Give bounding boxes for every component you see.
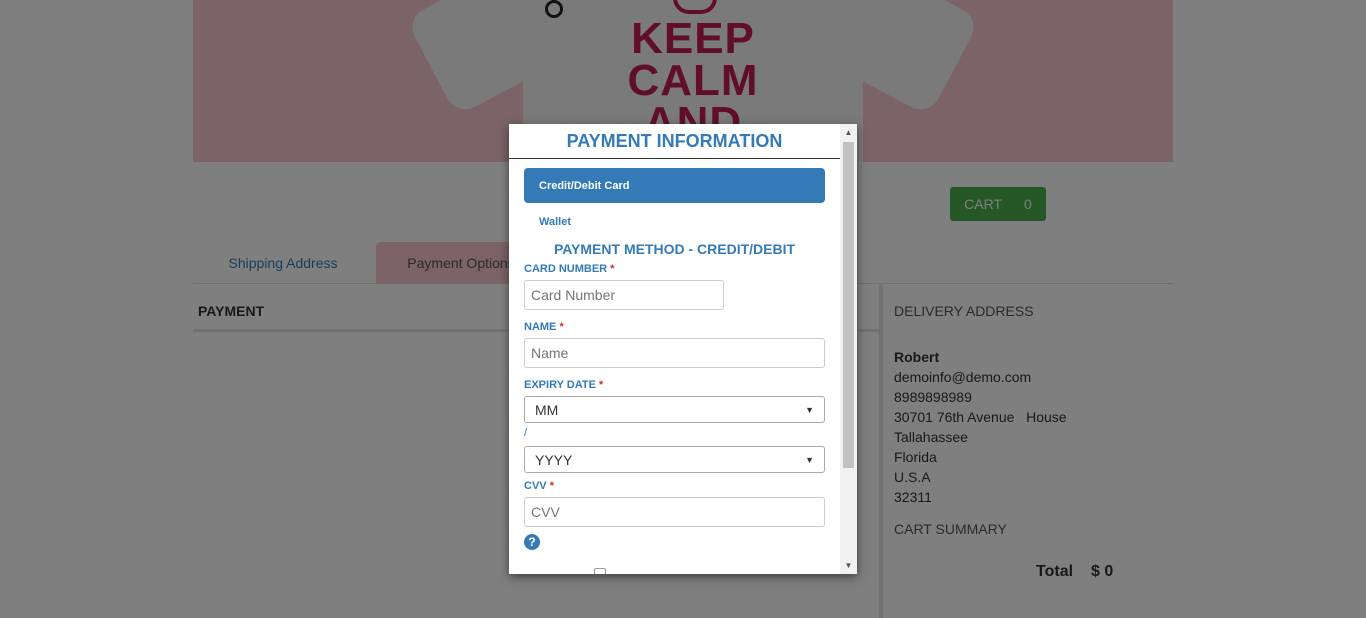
chevron-down-icon: ▼ <box>805 404 814 415</box>
name-input[interactable] <box>524 338 825 368</box>
method-credit-debit-card[interactable]: Credit/Debit Card <box>524 168 825 203</box>
expiry-year-select[interactable]: YYYY ▼ <box>524 446 825 473</box>
required-mark: * <box>549 480 554 492</box>
name-label: NAME * <box>524 320 825 334</box>
required-mark: * <box>599 379 604 391</box>
card-number-label-text: CARD NUMBER <box>524 263 608 275</box>
modal-scrollbar[interactable]: ▲ ▼ <box>840 124 857 574</box>
payment-modal: PAYMENT INFORMATION Credit/Debit Card Wa… <box>509 124 857 574</box>
required-mark: * <box>610 263 615 275</box>
card-number-input[interactable] <box>524 280 724 310</box>
modal-body: Credit/Debit Card Wallet PAYMENT METHOD … <box>524 168 825 550</box>
modal-title: PAYMENT INFORMATION <box>509 124 840 159</box>
payment-method-title: PAYMENT METHOD - CREDIT/DEBIT <box>553 241 796 257</box>
cvv-input[interactable] <box>524 497 825 527</box>
method-wallet[interactable]: Wallet <box>524 214 825 230</box>
cvv-label: CVV * <box>524 479 825 493</box>
checkbox[interactable] <box>594 568 606 574</box>
expiry-month-value: MM <box>535 401 559 418</box>
scroll-up-arrow-icon[interactable]: ▲ <box>840 124 857 141</box>
question-help-icon[interactable]: ? <box>524 534 540 550</box>
expiry-date-label-text: EXPIRY DATE <box>524 379 596 391</box>
card-number-label: CARD NUMBER * <box>524 262 825 276</box>
expiry-year-value: YYYY <box>535 451 573 468</box>
expiry-separator: / <box>524 427 528 439</box>
expiry-date-label: EXPIRY DATE * <box>524 378 825 392</box>
scroll-thumb[interactable] <box>843 142 854 468</box>
cvv-label-text: CVV <box>524 480 547 492</box>
name-label-text: NAME <box>524 321 557 333</box>
chevron-down-icon: ▼ <box>805 454 814 465</box>
expiry-month-select[interactable]: MM ▼ <box>524 396 825 423</box>
scroll-down-arrow-icon[interactable]: ▼ <box>840 557 857 574</box>
required-mark: * <box>559 321 564 333</box>
